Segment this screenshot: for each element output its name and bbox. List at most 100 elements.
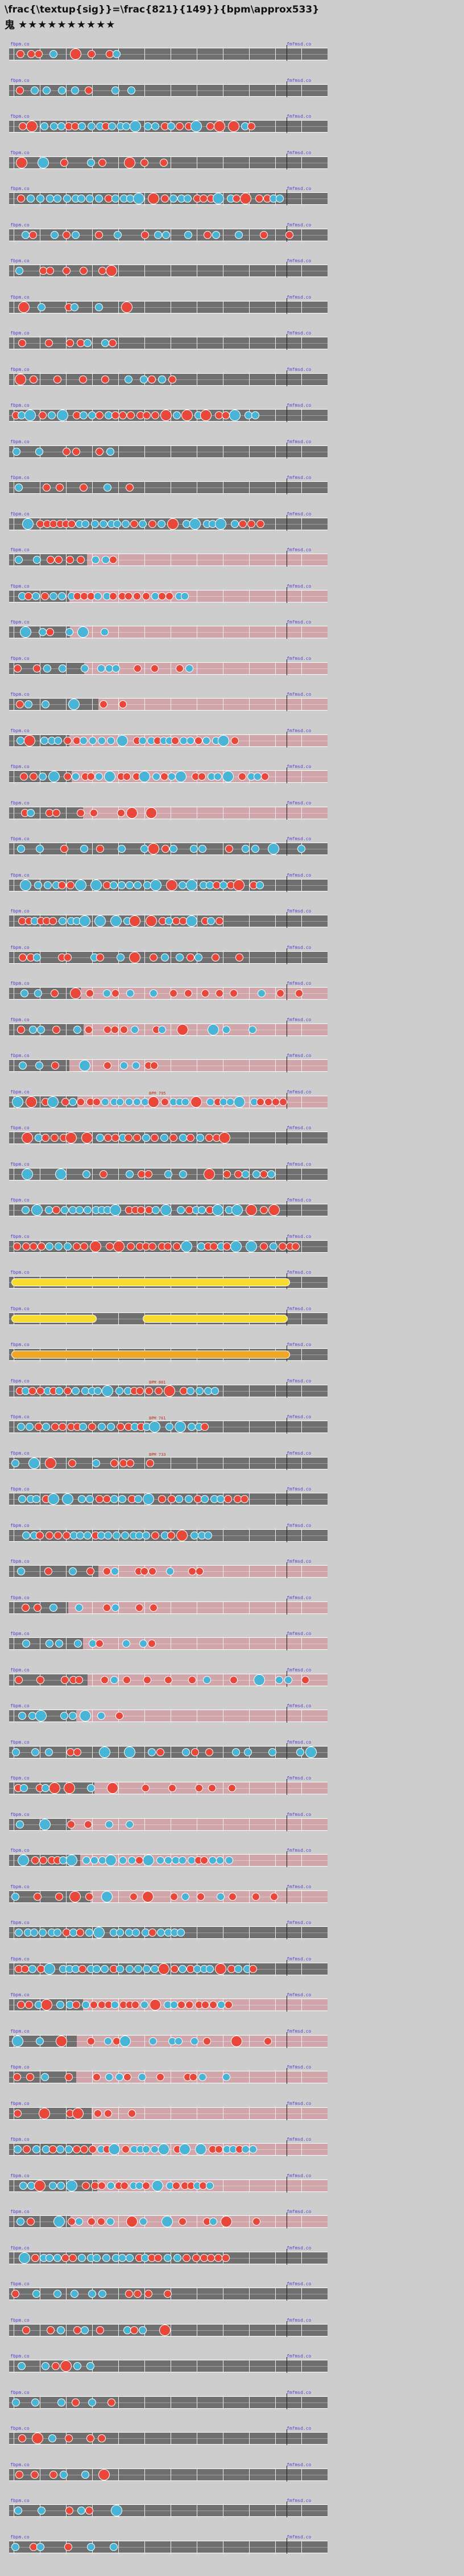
ka-note	[80, 845, 88, 853]
don-note	[13, 1242, 21, 1250]
measure-label: fbpm.co	[10, 764, 30, 769]
ka-note	[101, 628, 109, 636]
ka-note	[38, 2507, 45, 2515]
measure-label-right: fmfmsd.co	[287, 764, 312, 769]
beat-tick	[275, 2107, 276, 2120]
beat-tick	[301, 2468, 302, 2482]
ka-big-note	[124, 1747, 135, 1758]
don-note	[164, 2290, 172, 2298]
beat-tick	[144, 84, 145, 97]
beat-tick	[301, 1637, 302, 1650]
ka-note	[284, 1676, 292, 1684]
don-note	[252, 1893, 260, 1901]
note-lane	[9, 1634, 328, 1650]
beat-tick	[118, 336, 119, 350]
note-lane	[9, 948, 328, 964]
don-big-note	[129, 952, 140, 963]
ka-big-note	[160, 1204, 172, 1216]
ka-note	[24, 700, 32, 708]
beat-tick	[275, 1601, 276, 1615]
note-lane	[9, 587, 328, 603]
ka-note	[126, 989, 134, 997]
beat-tick	[275, 1853, 276, 1867]
don-note	[28, 1387, 36, 1395]
ka-note	[61, 1206, 69, 1214]
don-note	[15, 2471, 23, 2479]
ka-note	[98, 2290, 106, 2298]
ka-note	[87, 2543, 95, 2551]
don-note	[66, 556, 74, 564]
ka-note	[32, 2290, 40, 2298]
ka-note	[90, 1856, 98, 1864]
ka-note	[126, 1965, 134, 1973]
measure-label-right: fmfmsd.co	[287, 547, 312, 552]
beat-tick	[92, 1745, 93, 1759]
don-note	[123, 773, 131, 781]
beat-tick	[275, 156, 276, 170]
don-note	[256, 520, 264, 528]
ka-note	[122, 122, 130, 130]
beat-tick	[66, 1601, 67, 1615]
ka-note	[102, 2254, 110, 2262]
beat-tick	[275, 1384, 276, 1398]
beat-tick	[144, 2107, 145, 2120]
note-lane	[9, 2285, 328, 2301]
note-lane	[9, 1056, 328, 1072]
don-note	[52, 1206, 60, 1214]
beat-tick	[144, 553, 145, 567]
beat-tick	[275, 336, 276, 350]
beat-tick	[249, 2107, 250, 2120]
ka-note	[18, 2362, 26, 2370]
don-big-note	[167, 518, 179, 530]
note-lane	[9, 1960, 328, 1976]
note-lane	[9, 1454, 328, 1470]
bpm-change-marker: BPM 761	[149, 1416, 166, 1421]
ka-note	[32, 592, 40, 600]
ka-big-note	[208, 1024, 219, 1035]
lane-guide	[9, 632, 328, 633]
don-big-note	[124, 157, 135, 168]
ka-note	[73, 2362, 81, 2370]
beat-tick	[275, 662, 276, 675]
measure-label: fbpm.co	[10, 367, 30, 372]
measure-label-right: fmfmsd.co	[287, 2281, 312, 2286]
don-note	[100, 700, 107, 708]
beat-tick	[301, 119, 302, 133]
beat-tick	[301, 1529, 302, 1542]
don-note	[142, 1784, 150, 1792]
beat-tick	[301, 192, 302, 205]
beat-tick	[118, 2468, 119, 2482]
don-note	[51, 1134, 59, 1142]
beat-tick	[66, 589, 67, 603]
don-note	[125, 2290, 133, 2298]
ka-note	[152, 1206, 160, 1214]
ka-note	[122, 1640, 130, 1648]
ka-note	[48, 411, 56, 419]
don-note	[30, 773, 38, 781]
measure-label: fbpm.co	[10, 1703, 30, 1708]
ka-big-note	[246, 1241, 257, 1252]
beat-tick	[301, 2070, 302, 2084]
note-lane	[9, 1923, 328, 1939]
beat-tick	[301, 1601, 302, 1615]
don-big-note	[26, 121, 38, 132]
beat-tick	[118, 373, 119, 386]
beat-tick	[301, 445, 302, 459]
beat-tick	[249, 2251, 250, 2265]
ka-note	[55, 1387, 63, 1395]
don-big-note	[90, 1241, 101, 1252]
beat-tick	[275, 300, 276, 314]
don-note	[279, 1242, 287, 1250]
beat-tick	[249, 1853, 250, 1867]
measure-label: fbpm.co	[10, 1125, 30, 1130]
beat-tick	[301, 517, 302, 531]
ka-note	[30, 1929, 38, 1937]
ka-note	[39, 773, 47, 781]
ka-note	[59, 917, 67, 925]
don-note	[93, 1098, 101, 1106]
ka-big-note	[133, 193, 144, 204]
ka-note	[217, 2001, 225, 2009]
measure-label: fbpm.co	[10, 1992, 30, 1997]
ka-big-note	[215, 518, 226, 530]
note-lane	[9, 1345, 328, 1361]
